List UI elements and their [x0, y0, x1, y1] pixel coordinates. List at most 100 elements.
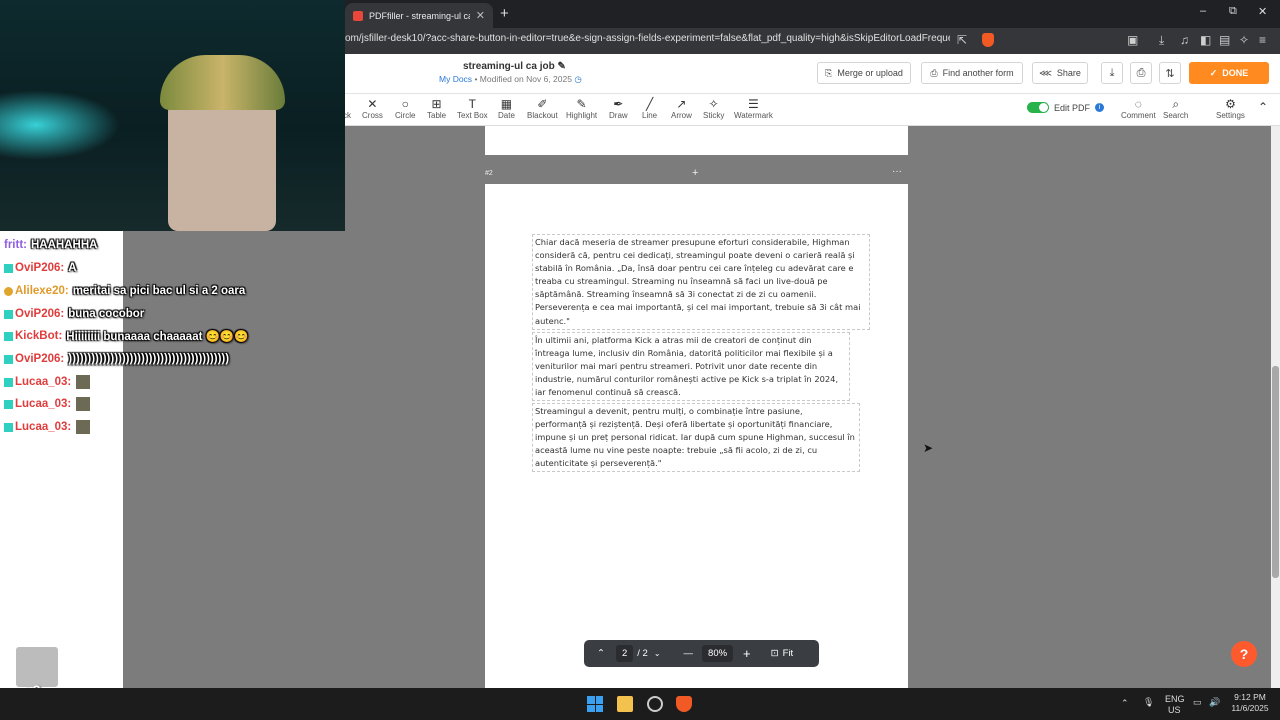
- my-docs-link[interactable]: My Docs: [439, 74, 472, 84]
- tool-label: Line: [642, 111, 658, 120]
- page-more-button[interactable]: ···: [892, 166, 902, 177]
- badge-icon: [4, 286, 13, 296]
- tool-date[interactable]: ▦ Date: [498, 97, 515, 120]
- tool-text-box[interactable]: T Text Box: [457, 97, 488, 120]
- media-icon[interactable]: ♫: [1180, 33, 1189, 47]
- file-explorer-icon[interactable]: [617, 696, 633, 712]
- brave-shield-icon[interactable]: [982, 33, 994, 47]
- windows-start-icon[interactable]: [587, 696, 603, 712]
- brave-browser-icon[interactable]: [676, 696, 692, 712]
- chat-message: Lucaa_03:: [4, 418, 91, 436]
- history-icon[interactable]: ◷: [574, 74, 581, 84]
- tool-label: Text Box: [457, 111, 488, 120]
- emote-icon: [76, 397, 91, 411]
- badge-icon: [4, 399, 13, 409]
- find-form-icon: ⎙: [930, 67, 938, 78]
- leo-ai-icon[interactable]: ✧: [1239, 33, 1249, 47]
- save-as-button[interactable]: ⇅: [1159, 62, 1181, 84]
- badge-icon: [4, 331, 13, 341]
- highlighter-icon: ✎: [576, 97, 587, 111]
- tool-blackout[interactable]: ✐ Blackout: [527, 97, 558, 120]
- fit-icon: ⊡: [770, 648, 779, 659]
- scrollbar-thumb[interactable]: [1272, 366, 1279, 578]
- microphone-icon[interactable]: 🎙: [1143, 697, 1154, 708]
- url-field[interactable]: om/jsfiller-desk10/?acc-share-button-in-…: [345, 33, 950, 44]
- chat-username: OviP206:: [15, 353, 65, 365]
- minimize-button[interactable]: –: [1200, 5, 1206, 17]
- volume-icon[interactable]: 🔊: [1209, 697, 1220, 708]
- page-dropdown-icon[interactable]: ⌄: [654, 649, 661, 658]
- add-page-button[interactable]: +: [692, 167, 698, 179]
- download-icon[interactable]: ⤓: [1159, 33, 1164, 48]
- tool-table[interactable]: ⊞ Table: [427, 97, 446, 120]
- help-button[interactable]: ?: [1231, 641, 1257, 667]
- done-button[interactable]: ✓ DONE: [1189, 62, 1269, 84]
- tool-highlight[interactable]: ✎ Highlight: [566, 97, 597, 120]
- language-code[interactable]: ENG: [1165, 694, 1185, 704]
- current-page-input[interactable]: 2: [615, 645, 634, 662]
- edit-pdf-toggle[interactable]: Edit PDF i: [1027, 102, 1105, 113]
- tool-watermark[interactable]: ☰ Watermark: [734, 97, 773, 120]
- obs-icon[interactable]: [647, 696, 663, 712]
- merge-label: Merge or upload: [837, 68, 903, 78]
- tool-search[interactable]: ⌕ Search: [1163, 97, 1188, 120]
- find-another-form-button[interactable]: ⎙ Find another form: [921, 62, 1023, 84]
- streamer-cap: [160, 55, 285, 110]
- pin-icon: ✧: [708, 97, 719, 111]
- tool-comment[interactable]: ◌ Comment: [1121, 97, 1156, 120]
- close-window-button[interactable]: ✕: [1258, 5, 1267, 18]
- restore-button[interactable]: ⧉: [1229, 5, 1237, 18]
- tool-draw[interactable]: ✒ Draw: [609, 97, 628, 120]
- emote-icon: [76, 420, 91, 434]
- fit-button[interactable]: Fit: [783, 648, 794, 659]
- chat-message: KickBot: Hiiiiiiii bunaaaa chaaaaat 😊😊😊: [4, 327, 249, 345]
- prev-page-icon[interactable]: ⌃: [597, 648, 605, 659]
- text-box-paragraph-3[interactable]: Streamingul a devenit, pentru mulți, o c…: [532, 403, 860, 473]
- text-box-paragraph-2[interactable]: În ultimii ani, platforma Kick a atras m…: [532, 332, 850, 402]
- system-clock[interactable]: 9:12 PM 11/6/2025: [1226, 692, 1274, 714]
- merge-or-upload-button[interactable]: ⎘ Merge or upload: [817, 62, 911, 84]
- mouse-cursor-icon: ➤: [923, 441, 934, 455]
- document-title[interactable]: streaming-ul ca job ✎: [463, 61, 566, 72]
- tool-sticky[interactable]: ✧ Sticky: [703, 97, 724, 120]
- chat-message: Lucaa_03:: [4, 373, 91, 391]
- chat-message: OviP206:))))))))))))))))))))))))))))))))…: [4, 350, 229, 368]
- help-icon: ?: [1239, 646, 1249, 662]
- rename-pencil-icon[interactable]: ✎: [557, 61, 565, 72]
- page-number-label: #2: [485, 170, 493, 177]
- share-page-icon[interactable]: ⇱: [957, 33, 967, 47]
- tool-label: Draw: [609, 111, 628, 120]
- tool-label: Circle: [395, 111, 416, 120]
- comment-icon: ◌: [1134, 97, 1142, 111]
- browser-tab-pdffiller[interactable]: PDFfiller - streaming-ul ca job.do ✕: [345, 3, 493, 28]
- badge-icon: [4, 309, 13, 319]
- tool-settings[interactable]: ⚙ Settings: [1216, 97, 1245, 120]
- collapse-toolbar-icon[interactable]: ⌃: [1258, 100, 1268, 114]
- screen-icon[interactable]: ▣: [1127, 33, 1138, 47]
- download-document-button[interactable]: ⤓: [1101, 62, 1123, 84]
- zoom-in-button[interactable]: +: [743, 646, 751, 661]
- toggle-switch[interactable]: [1027, 102, 1049, 113]
- done-label: DONE: [1222, 68, 1249, 78]
- sidebar-icon[interactable]: ◧: [1200, 33, 1211, 47]
- chevron-up-icon: ⌃: [1258, 100, 1269, 114]
- network-icon[interactable]: ▭: [1193, 697, 1202, 708]
- tool-line[interactable]: ╱ Line: [642, 97, 657, 120]
- print-button[interactable]: ⎙: [1130, 62, 1152, 84]
- chat-text: ))))))))))))))))))))))))))))))))))))))))…: [68, 353, 230, 365]
- tray-overflow-icon[interactable]: ⌃: [1121, 698, 1129, 709]
- tool-cross[interactable]: ✕ Cross: [362, 97, 383, 120]
- tab-title: PDFfiller - streaming-ul ca job.do: [369, 10, 470, 21]
- wallet-icon[interactable]: ▤: [1219, 33, 1230, 47]
- zoom-out-button[interactable]: —: [684, 648, 694, 659]
- tool-circle[interactable]: ○ Circle: [395, 97, 415, 120]
- zoom-level[interactable]: 80%: [702, 645, 734, 662]
- tool-arrow[interactable]: ↗ Arrow: [671, 97, 692, 120]
- modified-date: Modified on Nov 6, 2025: [479, 74, 572, 84]
- new-tab-button[interactable]: +: [500, 5, 509, 22]
- text-box-paragraph-1[interactable]: Chiar dacă meseria de streamer presupune…: [532, 234, 870, 330]
- menu-icon[interactable]: ≡: [1259, 33, 1266, 47]
- info-icon[interactable]: i: [1095, 103, 1105, 112]
- close-tab-icon[interactable]: ✕: [476, 9, 485, 22]
- share-button[interactable]: ⋘ Share: [1032, 62, 1088, 84]
